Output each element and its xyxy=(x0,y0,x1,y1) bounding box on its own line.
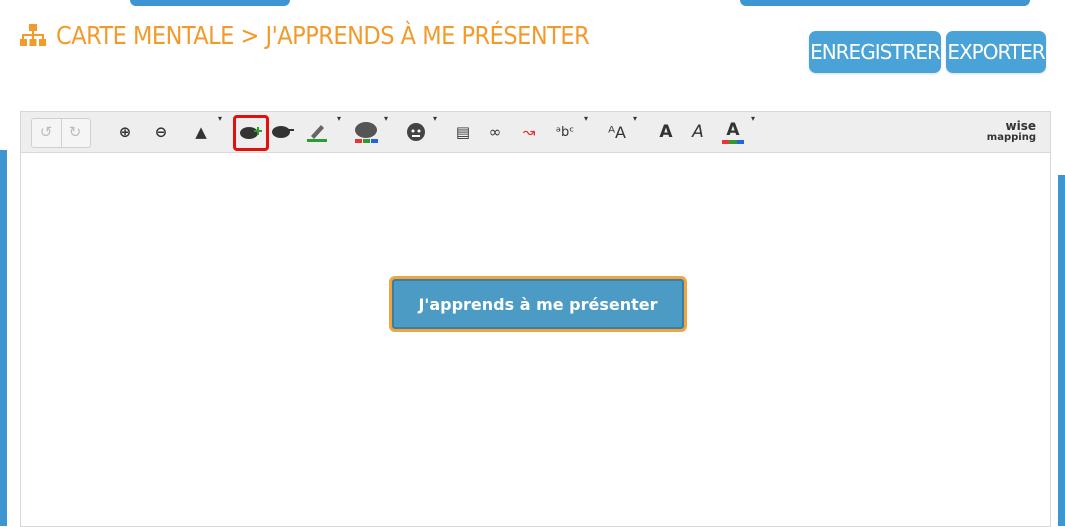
editor-toolbar: ↺ ↻ ⊕ ⊖ ▲ ▾ ▾ ▾ ▾ ▤ ∞ ↝ ᵃbᶜ ▾ ᴬA ▾ A A A… xyxy=(21,112,1050,153)
chevron-down-icon: ▾ xyxy=(337,114,342,123)
zoom-out-icon[interactable]: ⊖ xyxy=(149,118,173,146)
font-color-icon[interactable]: A xyxy=(721,118,745,146)
link-icon[interactable]: ∞ xyxy=(483,118,507,146)
chevron-down-icon: ▾ xyxy=(384,114,389,123)
wisemapping-logo: wise mapping xyxy=(976,120,1036,144)
relationship-icon[interactable]: ↝ xyxy=(517,118,541,146)
sitemap-icon xyxy=(20,24,46,46)
zoom-in-icon[interactable]: ⊕ xyxy=(113,118,137,146)
export-button[interactable]: EXPORTER xyxy=(946,31,1046,73)
logo-line-2: mapping xyxy=(986,132,1036,143)
shape-icon[interactable]: ▲ xyxy=(189,118,213,146)
central-topic-node[interactable]: J'apprends à me présenter xyxy=(389,276,687,332)
save-button[interactable]: ENREGISTRER xyxy=(809,31,941,73)
undo-icon[interactable]: ↺ xyxy=(34,118,58,146)
font-italic-icon[interactable]: A xyxy=(686,118,710,146)
chevron-down-icon: ▾ xyxy=(433,114,438,123)
font-bold-icon[interactable]: A xyxy=(654,118,678,146)
chevron-down-icon: ▾ xyxy=(584,114,589,123)
decor-top-left xyxy=(130,0,290,6)
page-title-text: CARTE MENTALE > J'APPRENDS À ME PRÉSENTE… xyxy=(56,20,590,50)
decor-top-right xyxy=(740,0,1030,6)
decor-left-edge xyxy=(0,150,7,526)
logo-line-1: wise xyxy=(1005,119,1036,133)
font-color-glyph: A xyxy=(726,120,740,140)
note-icon[interactable]: ▤ xyxy=(451,118,475,146)
border-color-icon[interactable] xyxy=(305,118,329,146)
font-size-icon[interactable]: ᴬA xyxy=(601,118,633,146)
mindmap-editor: ↺ ↻ ⊕ ⊖ ▲ ▾ ▾ ▾ ▾ ▤ ∞ ↝ ᵃbᶜ ▾ ᴬA ▾ A A A… xyxy=(20,111,1051,527)
add-topic-icon[interactable] xyxy=(233,115,269,151)
chevron-down-icon: ▾ xyxy=(633,114,638,123)
background-color-icon[interactable] xyxy=(354,118,378,146)
redo-icon[interactable]: ↻ xyxy=(63,118,87,146)
chevron-down-icon: ▾ xyxy=(751,114,756,123)
page-title: CARTE MENTALE > J'APPRENDS À ME PRÉSENTE… xyxy=(20,18,590,52)
font-family-icon[interactable]: ᵃbᶜ xyxy=(553,118,577,146)
icon-picker-icon[interactable] xyxy=(404,118,428,146)
delete-topic-icon[interactable] xyxy=(271,118,295,146)
chevron-down-icon: ▾ xyxy=(218,114,223,123)
decor-right-edge xyxy=(1058,175,1065,526)
